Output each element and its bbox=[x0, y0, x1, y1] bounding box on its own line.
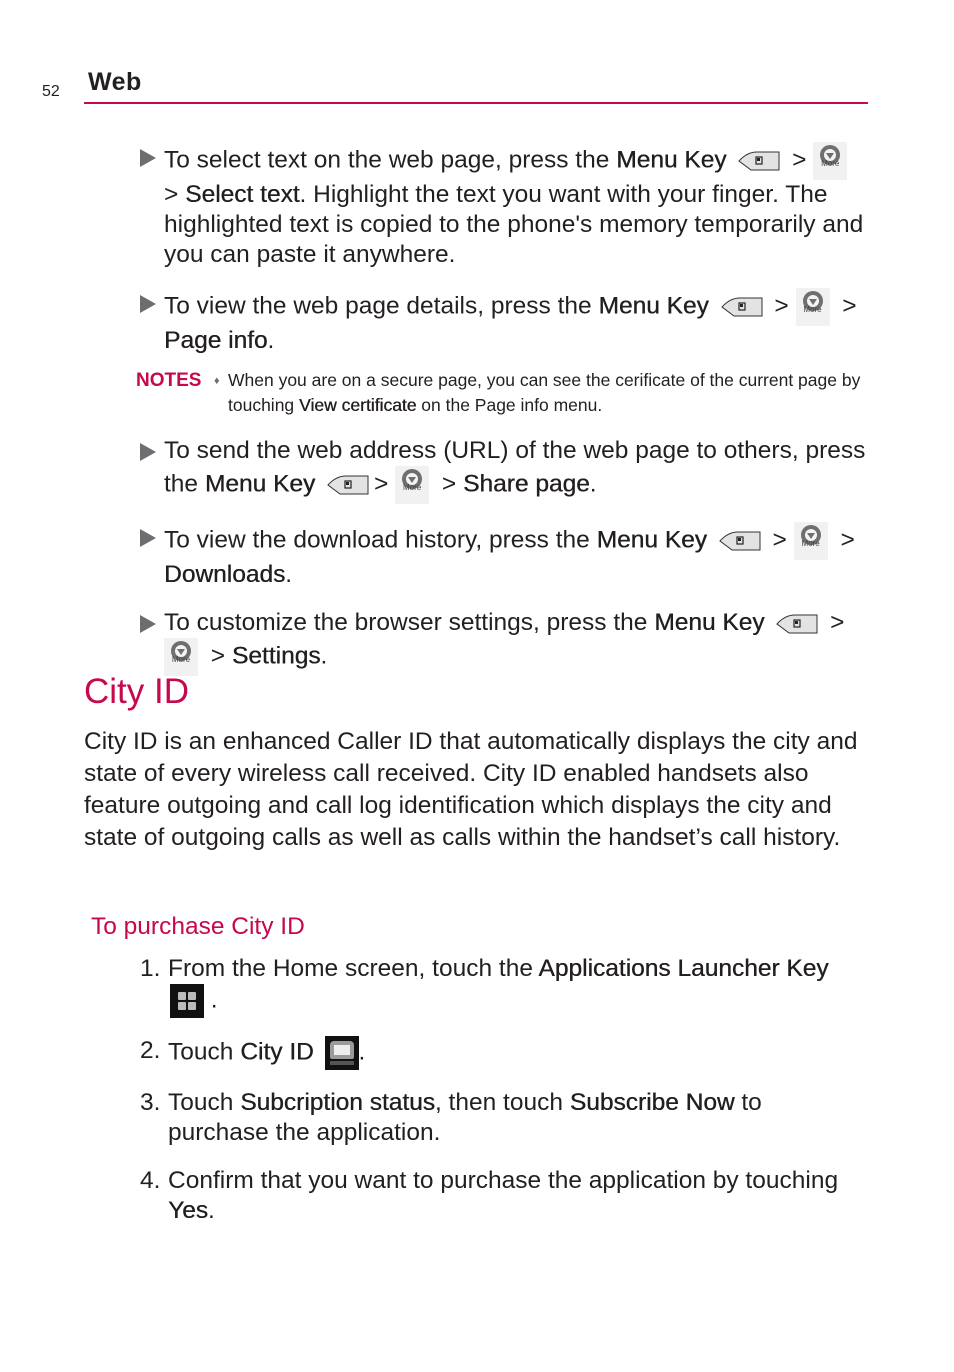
bullet-arrow-icon bbox=[140, 529, 156, 547]
menu-key-label: Menu Key bbox=[654, 609, 765, 636]
more-icon: More bbox=[813, 142, 848, 180]
city-id-heading: City ID bbox=[84, 672, 189, 711]
purchase-subheading: To purchase City ID bbox=[91, 913, 305, 940]
menu-key-icon bbox=[737, 150, 781, 172]
city-id-label: City ID bbox=[240, 1038, 314, 1066]
menu-key-label: Menu Key bbox=[598, 292, 709, 320]
bullet-arrow-icon bbox=[140, 149, 156, 167]
notes-tag: NOTES bbox=[136, 370, 202, 391]
more-icon: More bbox=[164, 638, 198, 676]
bullet-arrow-icon bbox=[140, 295, 156, 313]
bullet-page-info: To view the web page details, press the … bbox=[140, 288, 870, 356]
subscription-status-label: Subcription status bbox=[240, 1089, 435, 1116]
menu-key-icon bbox=[720, 296, 764, 318]
bullet-downloads: To view the download history, press the … bbox=[140, 522, 870, 590]
diamond-bullet-icon: ♦ bbox=[214, 375, 220, 387]
option-page-info: Page info bbox=[164, 327, 268, 354]
more-icon: More bbox=[395, 466, 430, 504]
applications-launcher-label: Applications Launcher Key bbox=[538, 955, 829, 982]
purchase-steps: 1. From the Home screen, touch the Appli… bbox=[140, 954, 860, 1244]
menu-key-icon bbox=[326, 474, 370, 496]
bullet-select-text: To select text on the web page, press th… bbox=[140, 142, 870, 270]
web-bullets: To select text on the web page, press th… bbox=[136, 142, 870, 694]
menu-key-icon bbox=[775, 613, 819, 635]
subscribe-now-label: Subscribe Now bbox=[569, 1089, 735, 1116]
page-number: 52 bbox=[42, 83, 60, 100]
option-select-text: Select text bbox=[185, 181, 300, 208]
bullet-share-page: To send the web address (URL) of the web… bbox=[140, 436, 870, 504]
bullet-settings: To customize the browser settings, press… bbox=[140, 608, 870, 676]
menu-key-icon bbox=[718, 530, 762, 552]
city-id-app-icon bbox=[324, 1036, 359, 1070]
bullet-arrow-icon bbox=[140, 615, 156, 633]
yes-label: Yes bbox=[168, 1197, 208, 1224]
view-certificate-label: View certificate bbox=[299, 395, 417, 415]
city-id-intro: City ID is an enhanced Caller ID that au… bbox=[84, 728, 858, 851]
header-rule bbox=[84, 102, 868, 104]
step-2: 2. Touch City ID . bbox=[140, 1036, 860, 1070]
option-downloads: Downloads bbox=[164, 561, 286, 588]
applications-launcher-icon bbox=[170, 984, 204, 1018]
step-3: 3. Touch Subcription status, then touch … bbox=[140, 1089, 762, 1146]
option-settings: Settings bbox=[231, 642, 321, 670]
notes-box: NOTES ♦ When you are on a secure page, y… bbox=[136, 370, 861, 415]
more-icon: More bbox=[793, 522, 828, 560]
bullet-arrow-icon bbox=[140, 443, 156, 461]
menu-key-label: Menu Key bbox=[204, 470, 316, 498]
menu-key-label: Menu Key bbox=[616, 146, 727, 174]
option-share-page: Share page bbox=[463, 470, 590, 498]
more-icon: More bbox=[795, 288, 830, 326]
step-4: 4. Confirm that you want to purchase the… bbox=[140, 1167, 839, 1224]
step-1: 1. From the Home screen, touch the Appli… bbox=[140, 954, 860, 1018]
menu-key-label: Menu Key bbox=[596, 526, 707, 554]
section-title: Web bbox=[88, 68, 142, 96]
